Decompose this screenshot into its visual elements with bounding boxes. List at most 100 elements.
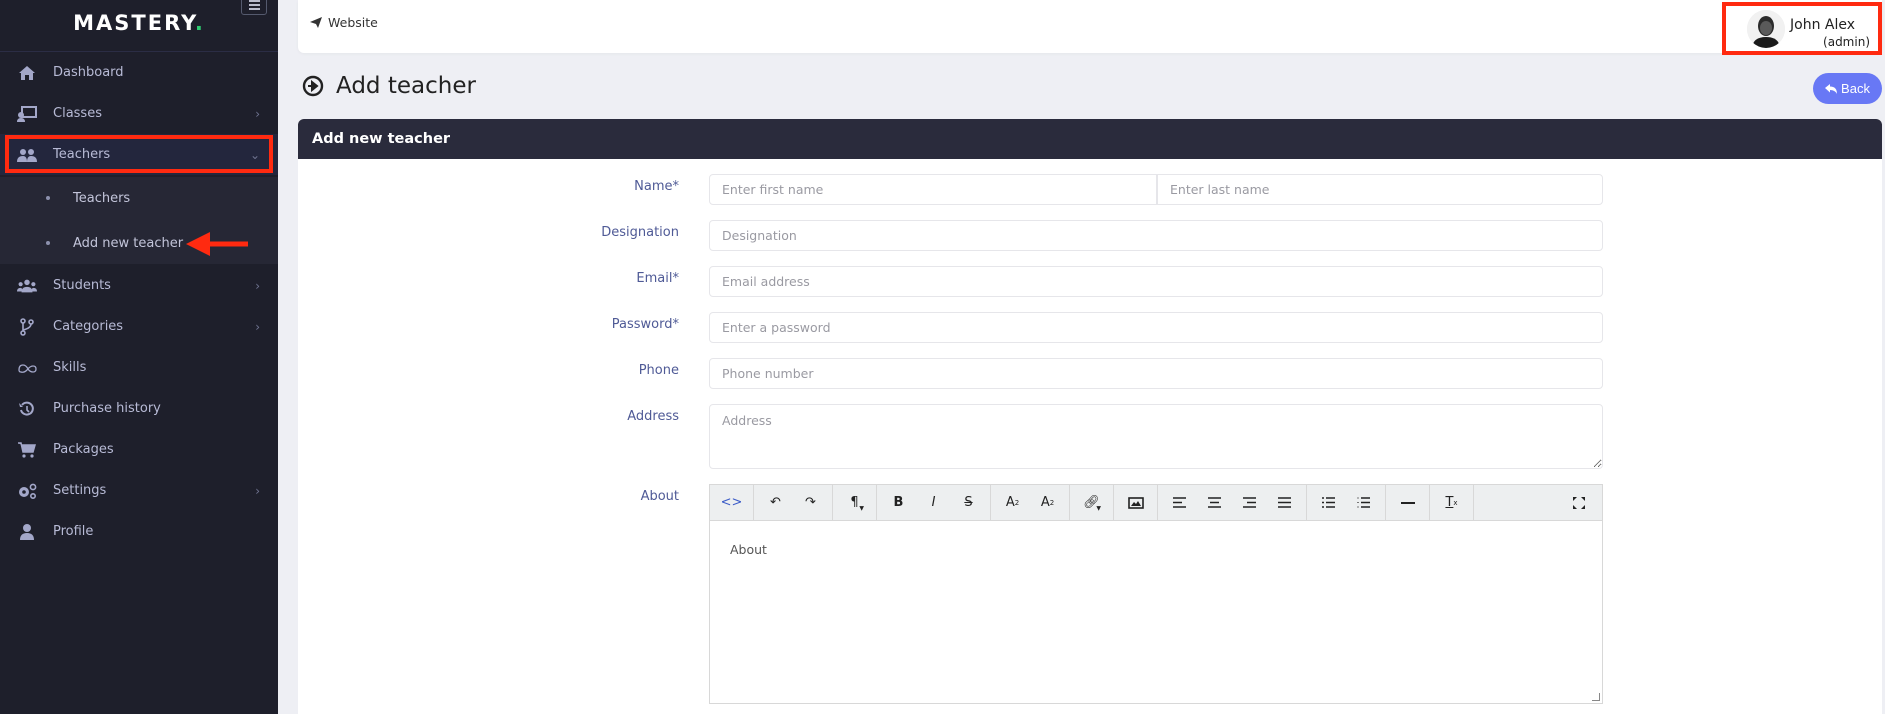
sidebar-item-label: Skills <box>53 360 87 375</box>
home-icon <box>17 64 37 82</box>
horizontal-rule-icon[interactable] <box>1390 485 1425 521</box>
add-teacher-card: Add new teacher Name* Designation Email*… <box>298 119 1882 714</box>
phone-input[interactable] <box>709 358 1603 389</box>
sidebar-item-label: Dashboard <box>53 65 124 80</box>
code-branch-icon <box>17 317 37 336</box>
fullscreen-icon[interactable] <box>1561 485 1596 521</box>
superscript-icon[interactable]: A2 <box>995 485 1030 521</box>
code-view-icon[interactable]: <> <box>714 485 749 521</box>
sidebar-item-label: Teachers <box>53 147 111 162</box>
infinity-icon <box>17 359 37 377</box>
submenu-item-label: Teachers <box>73 190 131 206</box>
chevron-right-icon: › <box>255 106 260 121</box>
toolbar-group: B I S <box>877 484 991 521</box>
toolbar-group: 🔗︎ ▼ <box>1070 484 1114 521</box>
sidebar-item-students[interactable]: Students › <box>0 265 278 306</box>
align-center-icon[interactable] <box>1197 485 1232 521</box>
website-link[interactable]: Website <box>310 15 378 30</box>
sidebar-item-categories[interactable]: Categories › <box>0 306 278 347</box>
back-button-label: Back <box>1841 81 1870 96</box>
first-name-input[interactable] <box>709 174 1157 205</box>
sidebar-item-skills[interactable]: Skills <box>0 347 278 388</box>
address-textarea[interactable] <box>709 404 1603 469</box>
sidebar-item-classes[interactable]: Classes › <box>0 93 278 134</box>
password-label: Password* <box>611 317 679 332</box>
bullet-icon <box>46 196 50 200</box>
undo-icon[interactable]: ↶ <box>758 485 793 521</box>
sidebar-item-settings[interactable]: Settings › <box>0 470 278 511</box>
hamburger-icon <box>249 0 260 2</box>
designation-input[interactable] <box>709 220 1603 251</box>
logo-dot: . <box>194 11 205 35</box>
chevron-right-icon: › <box>255 278 260 293</box>
submenu-item-teachers[interactable]: Teachers <box>0 178 278 218</box>
logo[interactable]: MASTERY. <box>0 11 278 35</box>
toolbar-group <box>1158 484 1307 521</box>
hamburger-icon-line <box>249 4 260 6</box>
sidebar-item-label: Categories <box>53 319 124 334</box>
website-link-label: Website <box>328 15 378 30</box>
sidebar: MASTERY. Dashboard Classes › Teachers ⌄ … <box>0 0 278 714</box>
strikethrough-icon[interactable]: S <box>951 485 986 521</box>
image-icon[interactable] <box>1118 485 1153 521</box>
avatar <box>1747 10 1785 48</box>
phone-label: Phone <box>638 363 679 378</box>
password-input[interactable] <box>709 312 1603 343</box>
user-menu[interactable]: John Alex (admin) <box>1722 2 1882 55</box>
chevron-right-icon: › <box>255 319 260 334</box>
about-label: About <box>640 489 679 504</box>
align-right-icon[interactable] <box>1232 485 1267 521</box>
paper-plane-icon <box>310 17 322 28</box>
user-group-icon <box>17 277 37 295</box>
user-role: (admin) <box>1823 35 1870 49</box>
designation-label: Designation <box>601 225 679 240</box>
sidebar-item-label: Purchase history <box>53 401 161 416</box>
sidebar-item-purchase-history[interactable]: Purchase history <box>0 388 278 429</box>
sidebar-item-label: Packages <box>53 442 114 457</box>
toolbar-group: ¶ ▼ <box>833 484 877 521</box>
sidebar-toggle-button[interactable] <box>241 0 267 15</box>
sidebar-item-packages[interactable]: Packages <box>0 429 278 470</box>
editor-toolbar: <> ↶ ↷ ¶ ▼ B I S A2 A2 🔗︎ ▼ T x <box>710 484 1602 521</box>
redo-icon[interactable]: ↷ <box>793 485 828 521</box>
paragraph-icon[interactable]: ¶ ▼ <box>837 485 872 521</box>
sidebar-item-label: Profile <box>53 524 94 539</box>
card-header: Add new teacher <box>298 119 1882 159</box>
editor-placeholder: About <box>730 542 767 557</box>
caret-down-icon: ▼ <box>859 504 864 512</box>
logo-text: MASTERY <box>73 11 195 35</box>
toolbar-group <box>1307 484 1386 521</box>
sidebar-item-profile[interactable]: Profile <box>0 511 278 552</box>
email-input[interactable] <box>709 266 1603 297</box>
sidebar-item-teachers[interactable]: Teachers ⌄ <box>0 134 278 175</box>
toolbar-group <box>1386 484 1430 521</box>
link-icon[interactable]: 🔗︎ ▼ <box>1074 485 1109 521</box>
chevron-right-icon: › <box>255 483 260 498</box>
last-name-input[interactable] <box>1156 174 1603 205</box>
bold-icon[interactable]: B <box>881 485 916 521</box>
about-editor-body[interactable]: About <box>710 522 1602 703</box>
align-left-icon[interactable] <box>1162 485 1197 521</box>
card-title: Add new teacher <box>312 131 451 147</box>
toolbar-group: Tx <box>1430 484 1474 521</box>
sidebar-item-dashboard[interactable]: Dashboard <box>0 52 278 93</box>
hamburger-icon-line <box>249 8 260 10</box>
align-justify-icon[interactable] <box>1267 485 1302 521</box>
clear-format-icon[interactable]: Tx <box>1434 485 1469 521</box>
about-rich-text-editor: <> ↶ ↷ ¶ ▼ B I S A2 A2 🔗︎ ▼ T x About <box>709 484 1603 704</box>
page-title: Add teacher <box>302 73 476 99</box>
email-label: Email* <box>636 271 679 286</box>
ordered-list-icon[interactable] <box>1346 485 1381 521</box>
back-button[interactable]: Back <box>1813 73 1882 104</box>
page-title-text: Add teacher <box>336 73 476 99</box>
resize-handle[interactable] <box>1592 693 1600 701</box>
italic-icon[interactable]: I <box>916 485 951 521</box>
sidebar-item-label: Students <box>53 278 111 293</box>
subscript-icon[interactable]: A2 <box>1030 485 1065 521</box>
arrow-circle-right-icon <box>302 75 324 97</box>
user-icon <box>17 523 37 541</box>
reply-icon <box>1825 83 1838 94</box>
name-label: Name* <box>634 179 679 194</box>
unordered-list-icon[interactable] <box>1311 485 1346 521</box>
user-name: John Alex <box>1790 17 1856 33</box>
